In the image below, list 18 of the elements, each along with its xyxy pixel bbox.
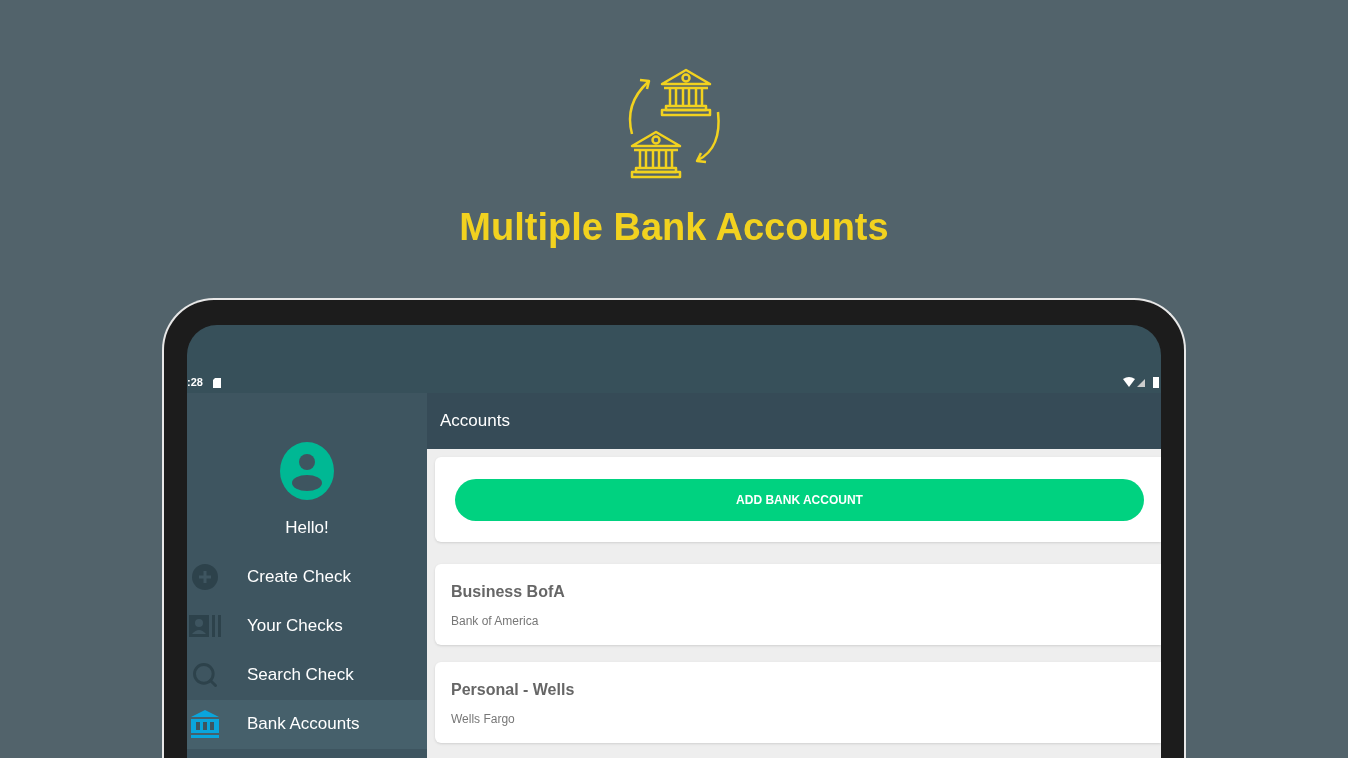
account-card[interactable]: Business BofA Bank of America bbox=[435, 564, 1161, 645]
headline: Multiple Bank Accounts bbox=[459, 208, 889, 246]
bank-icon bbox=[190, 709, 220, 739]
drawer-item[interactable]: Search Check bbox=[187, 650, 427, 700]
bank-name: Wells Fargo bbox=[451, 710, 516, 728]
account-name: Business BofA bbox=[451, 581, 566, 602]
sd-card-icon bbox=[212, 377, 221, 388]
bank-name: Bank of America bbox=[451, 612, 540, 630]
greeting: Hello! bbox=[285, 517, 329, 539]
account-name: Personal - Wells bbox=[451, 679, 576, 700]
drawer-item[interactable]: Create Check bbox=[187, 552, 427, 602]
status-time: :28 bbox=[187, 375, 203, 391]
avatar-icon bbox=[280, 442, 334, 500]
status-icons bbox=[1123, 376, 1159, 389]
drawer-item[interactable]: Bank Accounts bbox=[187, 699, 427, 749]
app-bar-title: Accounts bbox=[440, 410, 510, 433]
drawer-item[interactable]: Your Checks bbox=[187, 601, 427, 651]
account-card[interactable]: Personal - Wells Wells Fargo bbox=[435, 662, 1161, 743]
